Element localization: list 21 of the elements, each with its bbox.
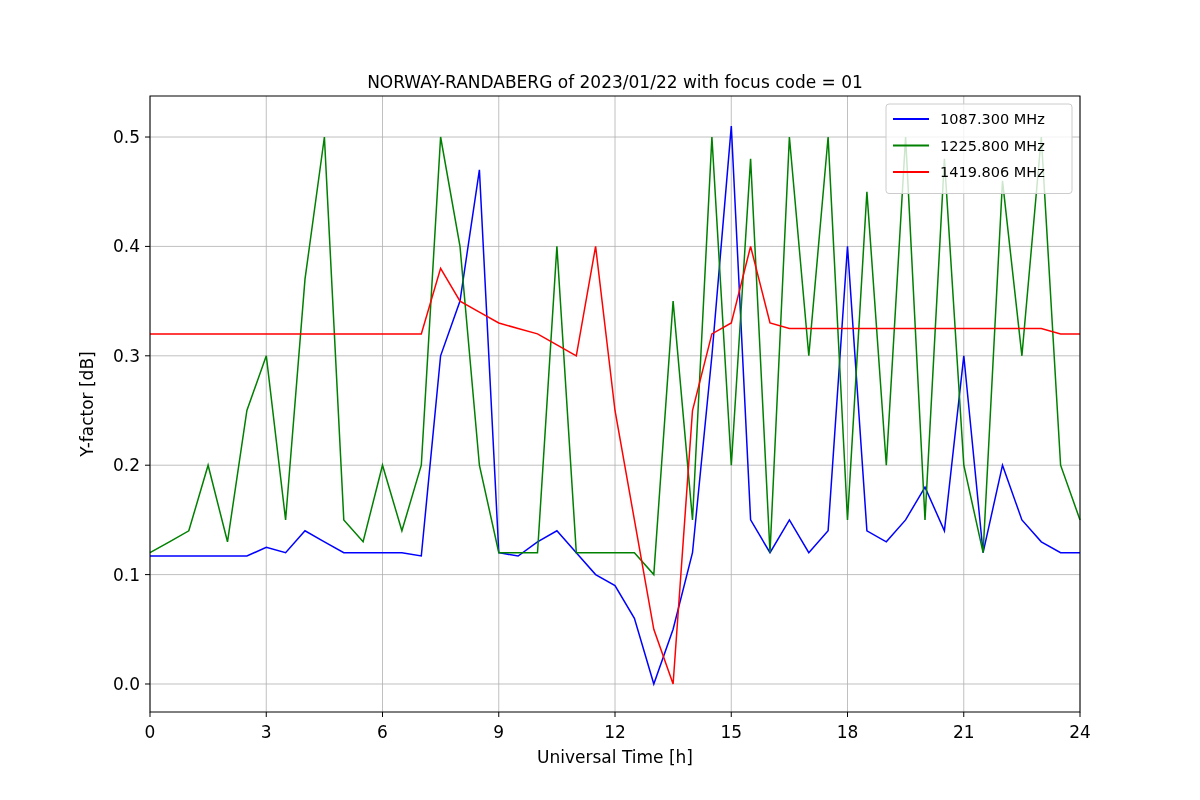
x-tick-label: 18: [836, 722, 859, 742]
chart-title: NORWAY-RANDABERG of 2023/01/22 with focus code = 01: [367, 72, 863, 92]
legend-label: 1225.800 MHz: [940, 137, 1045, 154]
x-tick-label: 6: [377, 722, 388, 742]
y-tick-label: 0.3: [112, 345, 140, 366]
x-tick-label: 24: [1069, 722, 1091, 742]
x-tick-label: 0: [144, 722, 156, 742]
x-tick-label: 3: [260, 722, 272, 742]
x-tick-label: 21: [952, 722, 975, 742]
y-tick-label: 0.1: [112, 564, 140, 585]
y-tick-label: 0.2: [112, 455, 140, 476]
x-tick-label: 15: [720, 722, 743, 742]
legend-label: 1087.300 MHz: [940, 111, 1045, 127]
y-tick-label: 0.5: [112, 127, 140, 147]
x-tick-label: 12: [604, 722, 626, 742]
x-axis-label: Universal Time [h]: [537, 747, 693, 767]
y-axis-label: Y-factor [dB]: [77, 351, 97, 457]
y-tick-label: 0.0: [112, 674, 140, 694]
legend-label: 1419.806 MHz: [940, 164, 1045, 180]
y-tick-label: 0.4: [112, 236, 140, 257]
x-tick-label: 9: [493, 722, 505, 742]
